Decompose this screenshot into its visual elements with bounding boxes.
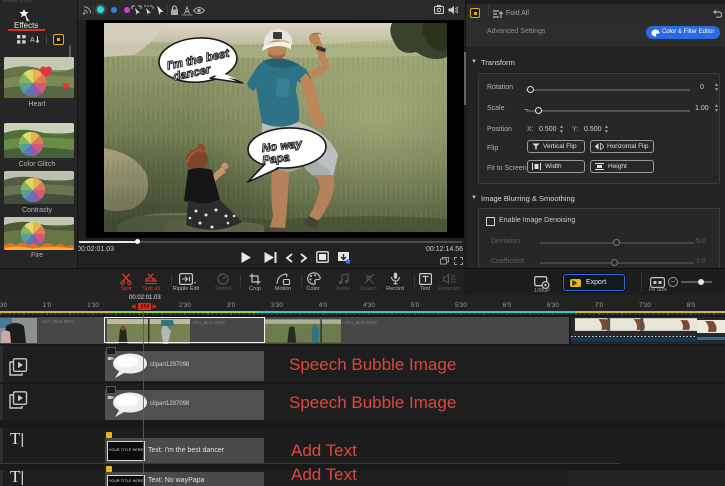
svg-text:A: A [30,37,35,44]
